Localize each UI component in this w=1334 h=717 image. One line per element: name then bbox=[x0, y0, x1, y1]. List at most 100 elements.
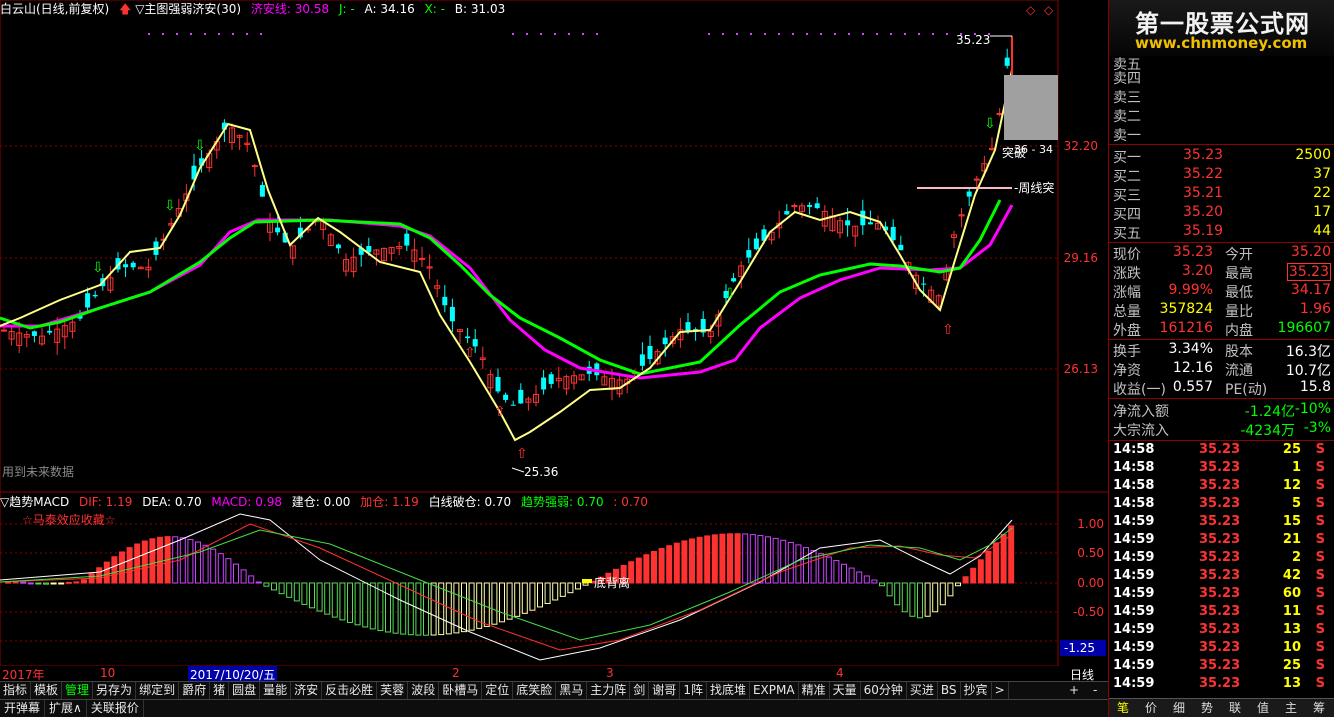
bid-row[interactable]: 买四 35.20 17 bbox=[1109, 204, 1334, 223]
tab-main[interactable]: 主 bbox=[1277, 699, 1305, 717]
tick-row[interactable]: 14:59 35.23 13 S bbox=[1109, 622, 1334, 640]
tick-row[interactable]: 14:59 35.23 21 S bbox=[1109, 532, 1334, 550]
tick-row[interactable]: 14:59 35.23 2 S bbox=[1109, 550, 1334, 568]
toolbar-item[interactable]: 找底堆 bbox=[707, 682, 750, 699]
candle-body-down bbox=[449, 306, 455, 322]
toolbar-item[interactable]: 买进 bbox=[907, 682, 938, 699]
flow-percent: -3% bbox=[1303, 420, 1331, 436]
tab-value[interactable]: 值 bbox=[1249, 699, 1277, 717]
bid-row[interactable]: 买二 35.22 37 bbox=[1109, 166, 1334, 185]
related-quote-button[interactable]: 关联报价 bbox=[87, 700, 144, 717]
toolbar-item[interactable]: 1阵 bbox=[680, 682, 707, 699]
candle-body-down bbox=[867, 222, 873, 225]
toolbar-item[interactable]: 底笑脸 bbox=[513, 682, 557, 699]
toolbar-item[interactable]: 60分钟 bbox=[861, 682, 907, 699]
stat-row: 现价 35.23 今开 35.20 bbox=[1109, 244, 1334, 263]
tick-row[interactable]: 14:59 35.23 60 S bbox=[1109, 586, 1334, 604]
macd-subtitle: ☆马泰效应收藏☆ bbox=[22, 512, 116, 527]
macd-title[interactable]: ▽趋势MACD bbox=[0, 495, 69, 509]
expand-button[interactable]: 扩展∧ bbox=[45, 700, 87, 717]
macd-bar bbox=[757, 535, 764, 584]
candle-body-down bbox=[92, 294, 98, 297]
toolbar-item[interactable]: 主力阵 bbox=[587, 682, 631, 699]
toolbar-item[interactable]: 另存为 bbox=[93, 682, 137, 699]
tick-row[interactable]: 14:59 35.23 15 S bbox=[1109, 514, 1334, 532]
ask-row[interactable]: 卖二 bbox=[1109, 106, 1334, 125]
tick-row[interactable]: 14:59 35.23 11 S bbox=[1109, 604, 1334, 622]
bid-row[interactable]: 买五 35.19 44 bbox=[1109, 223, 1334, 242]
toolbar-item[interactable]: 谢哥 bbox=[649, 682, 681, 699]
tab-detail[interactable]: 细 bbox=[1165, 699, 1193, 717]
tab-price[interactable]: 价 bbox=[1137, 699, 1165, 717]
macd-tick: 0.00 bbox=[1077, 576, 1104, 590]
logo-url: www.chnmoney.com bbox=[1135, 34, 1308, 52]
toolbar-item[interactable]: 黑马 bbox=[556, 682, 588, 699]
toolbar-item[interactable]: 卧槽马 bbox=[439, 682, 483, 699]
tick-row[interactable]: 14:58 35.23 25 S bbox=[1109, 442, 1334, 460]
macd-bar bbox=[20, 581, 27, 584]
tick-row[interactable]: 14:59 35.23 10 S bbox=[1109, 640, 1334, 658]
tick-volume: 15 bbox=[1282, 514, 1301, 529]
tick-row[interactable]: 14:58 35.23 12 S bbox=[1109, 478, 1334, 496]
toolbar-item[interactable]: 精准 bbox=[799, 682, 830, 699]
toolbar-item[interactable]: 济安 bbox=[291, 682, 323, 699]
macd-bar bbox=[141, 540, 148, 584]
toolbar-item[interactable]: 天量 bbox=[830, 682, 861, 699]
toolbar-item[interactable]: 猪 bbox=[210, 682, 230, 699]
ask-row[interactable]: 卖四 bbox=[1109, 68, 1334, 87]
toolbar-item[interactable]: 模板 bbox=[31, 682, 63, 699]
tick-row[interactable]: 14:59 35.23 42 S bbox=[1109, 568, 1334, 586]
macd-bar bbox=[780, 539, 787, 584]
bid-row[interactable]: 买三 35.21 22 bbox=[1109, 185, 1334, 204]
tab-related[interactable]: 联 bbox=[1221, 699, 1249, 717]
tick-volume: 13 bbox=[1282, 676, 1301, 691]
toolbar-item[interactable]: 圆盘 bbox=[229, 682, 261, 699]
toolbar-item[interactable]: 指标 bbox=[0, 682, 32, 699]
macd-bar bbox=[240, 569, 247, 584]
toolbar-item[interactable]: 芙蓉 bbox=[377, 682, 409, 699]
toolbar-item[interactable]: EXPMA bbox=[750, 682, 799, 699]
toolbar-item[interactable]: BS bbox=[938, 682, 961, 699]
stock-title[interactable]: 白云山(日线,前复权) bbox=[0, 2, 109, 16]
tab-trend[interactable]: 势 bbox=[1193, 699, 1221, 717]
quote-panel: 第一股票公式网 www.chnmoney.com 卖五 卖四 卖三 卖二 卖一 … bbox=[1108, 0, 1334, 717]
tick-row[interactable]: 14:59 35.23 13 S bbox=[1109, 676, 1334, 694]
toolbar-item[interactable]: 抄宾 bbox=[961, 682, 992, 699]
toolbar-more-button[interactable]: > bbox=[992, 682, 1009, 699]
tick-direction: S bbox=[1315, 658, 1325, 673]
bid-row[interactable]: 买一 35.23 2500 bbox=[1109, 147, 1334, 166]
toolbar-item[interactable]: 绑定到 bbox=[136, 682, 180, 699]
toolbar-item[interactable]: 爵府 bbox=[179, 682, 211, 699]
toolbar-item[interactable]: 管理 bbox=[62, 682, 94, 699]
tab-chips[interactable]: 筹 bbox=[1305, 699, 1333, 717]
stat-row: 外盘 161216 内盘 196607 bbox=[1109, 320, 1334, 339]
toolbar-item[interactable]: 波段 bbox=[408, 682, 440, 699]
tick-row[interactable]: 14:58 35.23 1 S bbox=[1109, 460, 1334, 478]
jian-value: 济安线: 30.58 bbox=[250, 2, 330, 16]
signal-dot bbox=[792, 33, 794, 35]
toolbar-item[interactable]: 量能 bbox=[260, 682, 292, 699]
main-chart-area[interactable]: ⇧ ⇧ ⇧ ⇧ ⇩ ⇩ ⇩ ⇩ ⇩ 32.20 29.16 26.13 1.00 0.50 0.… bbox=[0, 0, 1108, 666]
toolbar-item[interactable]: 定位 bbox=[482, 682, 514, 699]
danmu-button[interactable]: 开弹幕 bbox=[0, 700, 46, 717]
toolbar-item[interactable]: 反击必胜 bbox=[322, 682, 378, 699]
toolbar-item[interactable]: 剑 bbox=[630, 682, 650, 699]
zoom-in-button[interactable]: + bbox=[1066, 682, 1082, 699]
macd-bar bbox=[955, 582, 961, 587]
ask-row[interactable]: 卖一 bbox=[1109, 125, 1334, 144]
tab-ticks[interactable]: 笔 bbox=[1109, 699, 1137, 717]
tick-row[interactable]: 14:59 35.23 25 S bbox=[1109, 658, 1334, 676]
tick-row[interactable]: 14:58 35.23 5 S bbox=[1109, 496, 1334, 514]
kline-chart[interactable]: ⇧ ⇧ ⇧ ⇧ ⇩ ⇩ ⇩ ⇩ ⇩ 32.20 29.16 26.13 1.00 0.50 0.… bbox=[0, 0, 1108, 666]
macd-bar bbox=[369, 582, 376, 630]
macd-bar bbox=[559, 582, 566, 597]
bid-volume: 37 bbox=[1313, 166, 1331, 182]
indicator-title[interactable]: ▽主图强弱济安(30) bbox=[135, 2, 241, 16]
macd-bar bbox=[483, 582, 490, 627]
candle-body-down bbox=[746, 250, 752, 258]
ask-row[interactable]: 卖三 bbox=[1109, 87, 1334, 106]
tick-direction: S bbox=[1315, 604, 1325, 619]
zoom-out-button[interactable]: - bbox=[1090, 682, 1100, 699]
sell-arrow-icon: ⇩ bbox=[92, 260, 104, 276]
candle-body-down bbox=[510, 404, 516, 406]
